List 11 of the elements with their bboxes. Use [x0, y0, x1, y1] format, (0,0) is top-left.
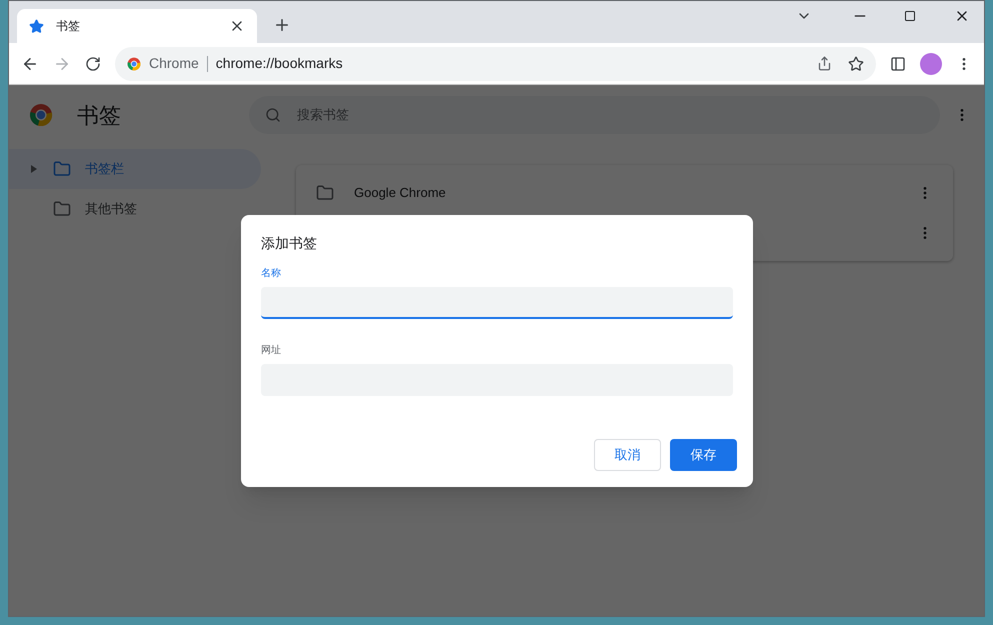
url-text: chrome://bookmarks: [216, 54, 344, 73]
site-label: Chrome: [149, 54, 199, 73]
field-label: 名称: [261, 267, 282, 281]
page-title: 书签: [77, 102, 121, 130]
field-label: 网址: [261, 344, 282, 358]
sidebar-label: 书签栏: [85, 160, 124, 178]
sidebar-label: 其他书签: [85, 200, 137, 218]
tab-title: 书签: [56, 18, 81, 35]
search-placeholder: 搜索书签: [297, 106, 349, 124]
bookmark-title: Google Chrome: [354, 184, 447, 202]
dialog-title: 添加书签: [261, 234, 318, 253]
